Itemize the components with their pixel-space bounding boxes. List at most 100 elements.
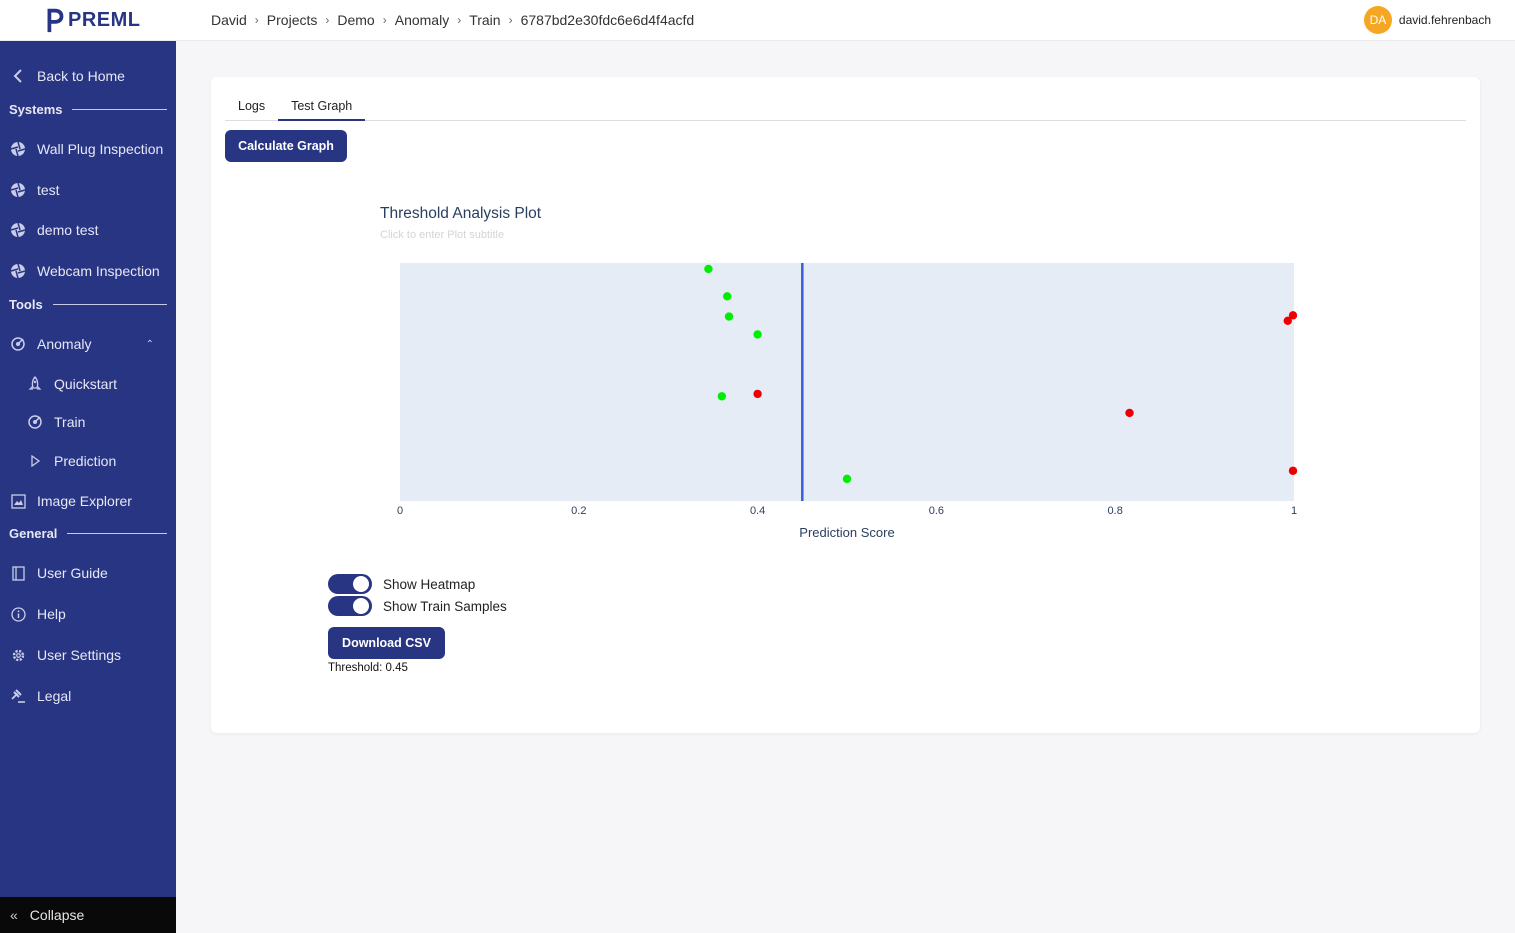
section-title: Tools bbox=[9, 297, 43, 312]
sidebar-item-label: User Settings bbox=[37, 647, 122, 663]
back-to-home-link[interactable]: Back to Home bbox=[0, 61, 176, 91]
x-axis-label: Prediction Score bbox=[799, 525, 894, 540]
data-point-ok[interactable] bbox=[723, 292, 732, 301]
play-icon bbox=[26, 452, 44, 470]
chevron-right-icon: › bbox=[325, 13, 330, 27]
sidebar-section-systems: Systems bbox=[9, 102, 167, 117]
avatar[interactable]: DA bbox=[1363, 6, 1392, 34]
sidebar-item-demo-test[interactable]: demo test bbox=[0, 215, 176, 245]
preml-logo-icon bbox=[47, 8, 64, 33]
radar-icon bbox=[9, 335, 27, 353]
chevron-up-icon[interactable]: ⌃ bbox=[146, 339, 154, 350]
app-logo[interactable]: PREML bbox=[44, 5, 141, 35]
user-menu[interactable]: DA david.fehrenbach bbox=[1363, 6, 1491, 34]
show-train-samples-toggle-row[interactable]: Show Train Samples bbox=[328, 596, 507, 616]
breadcrumb-item[interactable]: Train bbox=[469, 12, 500, 28]
sidebar-item-label: Back to Home bbox=[37, 68, 125, 84]
user-name: david.fehrenbach bbox=[1398, 13, 1491, 27]
chevron-right-icon: › bbox=[254, 13, 259, 27]
tab-bar: Logs Test Graph bbox=[225, 95, 1466, 121]
toggle-knob bbox=[353, 598, 369, 614]
sidebar-item-user-guide[interactable]: User Guide bbox=[0, 558, 176, 588]
sidebar-item-prediction[interactable]: Prediction bbox=[0, 446, 176, 476]
sidebar-item-label: Help bbox=[37, 606, 66, 622]
sidebar-item-help[interactable]: Help bbox=[0, 599, 176, 629]
sidebar-item-label: User Guide bbox=[37, 565, 108, 581]
sidebar-item-label: Legal bbox=[37, 688, 72, 704]
section-title: Systems bbox=[9, 102, 63, 117]
breadcrumb-item[interactable]: Anomaly bbox=[395, 12, 449, 28]
calculate-graph-button[interactable]: Calculate Graph bbox=[225, 130, 347, 162]
main-card: Logs Test Graph Calculate Graph Threshol… bbox=[211, 77, 1480, 733]
aperture-icon bbox=[9, 262, 27, 280]
section-divider bbox=[72, 109, 167, 110]
chevron-left-icon bbox=[9, 67, 27, 85]
rocket-icon bbox=[26, 375, 44, 393]
chevron-right-icon: › bbox=[508, 13, 513, 27]
sidebar-item-wall-plug-inspection[interactable]: Wall Plug Inspection bbox=[0, 134, 176, 164]
info-icon bbox=[9, 605, 27, 623]
sidebar-section-general: General bbox=[9, 526, 167, 541]
data-point-ok[interactable] bbox=[724, 312, 734, 321]
x-axis-ticks: 0 0.2 0.4 0.6 0.8 1 bbox=[397, 505, 1297, 517]
chart-title: Threshold Analysis Plot bbox=[380, 205, 542, 222]
sidebar-item-label: test bbox=[37, 182, 60, 198]
breadcrumb-item[interactable]: Projects bbox=[267, 12, 318, 28]
sidebar-item-label: Quickstart bbox=[54, 376, 118, 392]
threshold-value: Threshold: 0.45 bbox=[328, 662, 408, 674]
breadcrumb-item[interactable]: David bbox=[211, 12, 247, 28]
sidebar-item-label: Wall Plug Inspection bbox=[37, 141, 164, 157]
data-point-ok[interactable] bbox=[704, 264, 713, 274]
toggle-knob bbox=[353, 576, 369, 592]
show-train-samples-toggle[interactable] bbox=[328, 596, 372, 616]
x-tick-label: 0.2 bbox=[571, 505, 586, 517]
section-divider bbox=[67, 533, 167, 534]
aperture-icon bbox=[9, 221, 27, 239]
data-point-defect[interactable] bbox=[753, 389, 762, 399]
download-csv-button[interactable]: Download CSV bbox=[328, 627, 445, 659]
sidebar-item-label: Image Explorer bbox=[37, 493, 132, 509]
sidebar-item-user-settings[interactable]: User Settings bbox=[0, 640, 176, 670]
sidebar-item-test[interactable]: test bbox=[0, 175, 176, 205]
x-tick-label: 0.6 bbox=[929, 505, 944, 517]
threshold-scatter-plot[interactable]: 0 0.2 0.4 0.6 0.8 1 Prediction Score bbox=[380, 255, 1310, 545]
x-tick-label: 1 bbox=[1291, 505, 1297, 517]
breadcrumb-item[interactable]: Demo bbox=[337, 12, 374, 28]
data-point-defect[interactable] bbox=[1283, 316, 1292, 326]
show-heatmap-toggle-row[interactable]: Show Heatmap bbox=[328, 574, 475, 594]
sidebar-item-train[interactable]: Train bbox=[0, 407, 176, 437]
data-point-defect[interactable] bbox=[1125, 408, 1134, 418]
x-tick-label: 0.4 bbox=[750, 505, 765, 517]
data-point-ok[interactable] bbox=[717, 392, 727, 401]
collapse-label: Collapse bbox=[29, 907, 85, 923]
aperture-icon bbox=[9, 181, 27, 199]
radar-icon bbox=[26, 413, 44, 431]
sidebar-item-legal[interactable]: Legal bbox=[0, 681, 176, 711]
sidebar-item-image-explorer[interactable]: Image Explorer bbox=[0, 486, 176, 516]
gavel-icon bbox=[9, 687, 27, 705]
tab-logs[interactable]: Logs bbox=[225, 95, 278, 121]
tab-test-graph[interactable]: Test Graph bbox=[278, 95, 366, 121]
double-chevron-left-icon: « bbox=[10, 907, 18, 923]
logo-text: PREML bbox=[68, 8, 141, 31]
sidebar-item-anomaly[interactable]: Anomaly ⌃ bbox=[0, 329, 176, 359]
data-point-ok[interactable] bbox=[842, 474, 852, 484]
sidebar-item-webcam-inspection[interactable]: Webcam Inspection bbox=[0, 256, 176, 286]
sidebar-item-label: Train bbox=[54, 414, 86, 430]
data-point-defect[interactable] bbox=[1288, 466, 1298, 475]
section-title: General bbox=[9, 526, 58, 541]
aperture-icon bbox=[9, 140, 27, 158]
top-bar: PREML David › Projects › Demo › Anomaly … bbox=[0, 0, 1515, 41]
sidebar-collapse-button[interactable]: « Collapse bbox=[0, 897, 176, 933]
show-heatmap-toggle[interactable] bbox=[328, 574, 372, 594]
show-heatmap-label: Show Heatmap bbox=[383, 576, 476, 592]
book-icon bbox=[9, 564, 27, 582]
sidebar: Back to Home Systems Wall Plug Inspectio… bbox=[0, 41, 176, 933]
breadcrumb: David › Projects › Demo › Anomaly › Trai… bbox=[211, 12, 694, 28]
gear-icon bbox=[9, 646, 27, 664]
sidebar-item-label: Prediction bbox=[54, 453, 117, 469]
data-point-ok[interactable] bbox=[753, 330, 762, 339]
sidebar-item-quickstart[interactable]: Quickstart bbox=[0, 369, 176, 399]
sidebar-section-tools: Tools bbox=[9, 297, 167, 312]
chart-subtitle-placeholder[interactable]: Click to enter Plot subtitle bbox=[380, 229, 504, 241]
